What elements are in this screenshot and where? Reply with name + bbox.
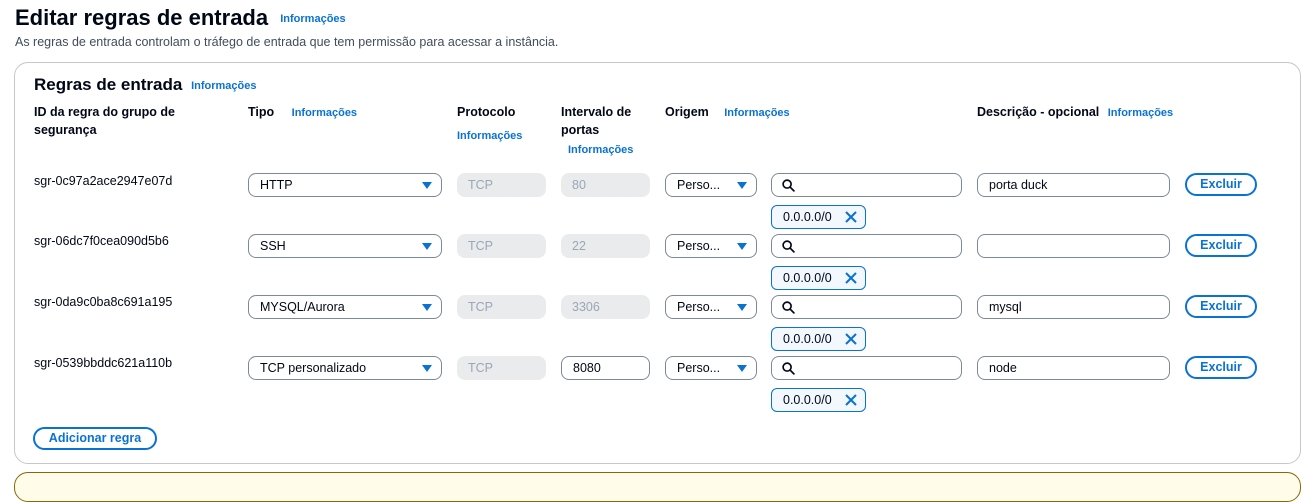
- source-search-input[interactable]: [771, 295, 962, 319]
- port-range-field: 80: [561, 173, 650, 197]
- col-header-description: Descrição - opcional Informações: [977, 103, 1173, 122]
- col-header-source-label: Origem: [665, 105, 709, 119]
- search-icon: [782, 240, 795, 253]
- source-type-value: Perso...: [677, 361, 721, 375]
- source-search-input[interactable]: [771, 234, 962, 258]
- description-input[interactable]: node: [977, 356, 1170, 380]
- type-info-link[interactable]: Informações: [292, 107, 357, 119]
- type-select-value: MYSQL/Aurora: [260, 300, 345, 314]
- port-info-link[interactable]: Informações: [568, 141, 641, 159]
- type-select-value: SSH: [260, 239, 286, 253]
- page-info-link[interactable]: Informações: [280, 13, 345, 25]
- source-search-input[interactable]: [771, 356, 962, 380]
- search-icon: [782, 362, 795, 375]
- protocol-field: TCP: [457, 173, 546, 197]
- col-header-source: Origem Informações: [665, 103, 790, 122]
- cidr-token-label: 0.0.0.0/0: [783, 332, 832, 346]
- col-header-type: Tipo Informações: [248, 103, 357, 122]
- protocol-field: TCP: [457, 295, 546, 319]
- delete-button[interactable]: Excluir: [1185, 173, 1257, 196]
- source-type-select[interactable]: Perso...: [665, 295, 757, 319]
- source-type-value: Perso...: [677, 239, 721, 253]
- col-header-type-label: Tipo: [248, 105, 275, 119]
- type-select-value: TCP personalizado: [260, 361, 367, 375]
- rule-id: sgr-06dc7f0cea090d5b6: [34, 234, 169, 248]
- caret-down-icon: [422, 243, 432, 250]
- search-icon: [782, 179, 795, 192]
- type-select[interactable]: HTTP: [248, 173, 442, 197]
- delete-button[interactable]: Excluir: [1185, 356, 1257, 379]
- close-icon[interactable]: [844, 271, 858, 285]
- col-header-port-range: Intervalo de portas Informações: [561, 103, 641, 159]
- caret-down-icon: [737, 304, 747, 311]
- source-info-link[interactable]: Informações: [724, 107, 789, 119]
- cidr-token: 0.0.0.0/0: [771, 327, 866, 351]
- source-type-value: Perso...: [677, 178, 721, 192]
- close-icon[interactable]: [844, 332, 858, 346]
- source-type-select[interactable]: Perso...: [665, 356, 757, 380]
- close-icon[interactable]: [844, 393, 858, 407]
- page-description: As regras de entrada controlam o tráfego…: [15, 35, 559, 49]
- caret-down-icon: [737, 365, 747, 372]
- type-select[interactable]: SSH: [248, 234, 442, 258]
- protocol-field: TCP: [457, 234, 546, 258]
- col-header-rule-id: ID da regra do grupo de segurança: [34, 105, 175, 137]
- description-input[interactable]: mysql: [977, 295, 1170, 319]
- port-range-field: 3306: [561, 295, 650, 319]
- description-info-link[interactable]: Informações: [1108, 107, 1173, 119]
- source-type-select[interactable]: Perso...: [665, 234, 757, 258]
- close-icon[interactable]: [844, 210, 858, 224]
- add-rule-button[interactable]: Adicionar regra: [33, 427, 157, 450]
- col-header-description-label: Descrição - opcional: [977, 105, 1100, 119]
- rule-id: sgr-0c97a2ace2947e07d: [34, 174, 173, 188]
- source-type-value: Perso...: [677, 300, 721, 314]
- search-icon: [782, 301, 795, 314]
- description-input[interactable]: [977, 234, 1170, 258]
- caret-down-icon: [737, 182, 747, 189]
- col-header-protocol-label: Protocolo: [457, 105, 516, 119]
- protocol-info-link[interactable]: Informações: [457, 127, 522, 145]
- warning-alert: [14, 472, 1301, 502]
- cidr-token-label: 0.0.0.0/0: [783, 393, 832, 407]
- panel-title: Regras de entrada Informações: [34, 75, 257, 95]
- port-range-input[interactable]: 8080: [561, 356, 650, 380]
- col-header-protocol: Protocolo Informações: [457, 103, 522, 145]
- rule-id: sgr-0da9c0ba8c691a195: [34, 295, 173, 309]
- inbound-rules-panel: Regras de entrada Informações ID da regr…: [14, 62, 1301, 464]
- col-header-port-range-label: Intervalo de portas: [561, 105, 632, 137]
- caret-down-icon: [422, 182, 432, 189]
- cidr-token: 0.0.0.0/0: [771, 266, 866, 290]
- delete-button[interactable]: Excluir: [1185, 234, 1257, 257]
- type-select-value: HTTP: [260, 178, 293, 192]
- cidr-token-label: 0.0.0.0/0: [783, 271, 832, 285]
- panel-info-link[interactable]: Informações: [191, 80, 256, 92]
- description-input[interactable]: porta duck: [977, 173, 1170, 197]
- page-title-text: Editar regras de entrada: [15, 5, 269, 30]
- panel-title-text: Regras de entrada: [34, 75, 183, 94]
- cidr-token-label: 0.0.0.0/0: [783, 210, 832, 224]
- port-range-field: 22: [561, 234, 650, 258]
- type-select[interactable]: MYSQL/Aurora: [248, 295, 442, 319]
- type-select[interactable]: TCP personalizado: [248, 356, 442, 380]
- rule-id: sgr-0539bbddc621a110b: [34, 356, 173, 370]
- caret-down-icon: [422, 365, 432, 372]
- protocol-field: TCP: [457, 356, 546, 380]
- caret-down-icon: [422, 304, 432, 311]
- page-title: Editar regras de entrada Informações: [15, 5, 346, 31]
- source-search-input[interactable]: [771, 173, 962, 197]
- caret-down-icon: [737, 243, 747, 250]
- cidr-token: 0.0.0.0/0: [771, 205, 866, 229]
- source-type-select[interactable]: Perso...: [665, 173, 757, 197]
- cidr-token: 0.0.0.0/0: [771, 388, 866, 412]
- delete-button[interactable]: Excluir: [1185, 295, 1257, 318]
